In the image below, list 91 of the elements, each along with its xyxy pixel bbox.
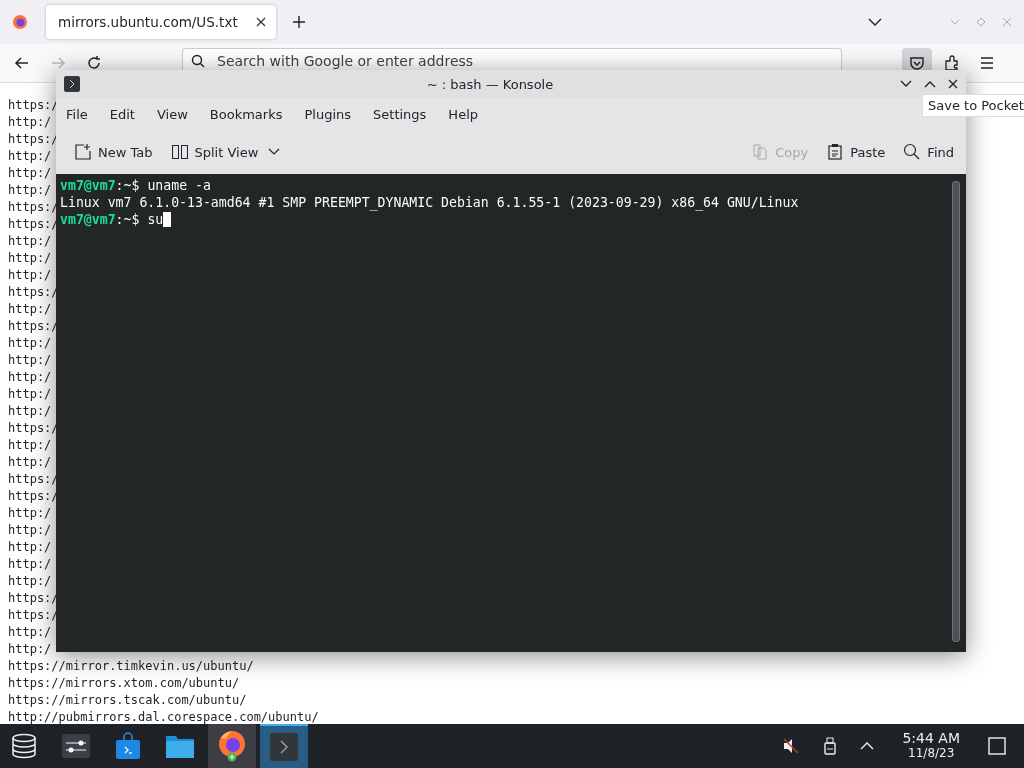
mirror-url: https://mirrors.xtom.com/ubuntu/ <box>8 675 240 692</box>
command-output: Linux vm7 6.1.0-13-amd64 #1 SMP PREEMPT_DYNAMIC Debian 6.1.55-1 (2023-09-29) x86_64 GNU/Linux <box>60 194 799 211</box>
command-text: su <box>147 211 164 228</box>
database-icon <box>11 733 37 759</box>
mirror-url: http:/ <box>8 369 52 386</box>
close-icon[interactable] <box>948 79 958 89</box>
address-bar[interactable]: Search with Google or enter address <box>182 48 842 70</box>
plus-icon[interactable] <box>292 15 306 29</box>
mirror-url: https:/ <box>8 607 59 624</box>
mirror-url: https:/ <box>8 131 59 148</box>
show-desktop-icon[interactable] <box>988 737 1006 755</box>
prompt-user: vm7@vm7 <box>60 211 116 228</box>
menu-item[interactable]: Help <box>448 106 478 122</box>
mirror-url: http:/ <box>8 165 52 182</box>
clipboard-icon <box>826 143 845 161</box>
menu-item[interactable]: Plugins <box>304 106 352 122</box>
mirror-url: http:/ <box>8 539 52 556</box>
mirror-url: https:/ <box>8 488 59 505</box>
mirror-url: https:/ <box>8 471 59 488</box>
new-tab-icon <box>74 143 92 161</box>
scrollbar[interactable] <box>952 181 960 642</box>
puzzle-icon[interactable] <box>944 55 960 71</box>
search-icon <box>191 54 205 68</box>
mirror-url: https:/ <box>8 318 59 335</box>
mirror-url: http:/ <box>8 641 52 658</box>
mirror-url: http:/ <box>8 182 52 199</box>
mirror-url: http:/ <box>8 522 52 539</box>
mirror-url: http:/ <box>8 352 52 369</box>
mirror-url: https:/ <box>8 199 59 216</box>
mirror-url: https:/ <box>8 590 59 607</box>
mirror-url: https:/ <box>8 284 59 301</box>
reload-icon[interactable] <box>86 55 102 71</box>
muted-speaker-icon[interactable] <box>782 737 801 755</box>
sliders-icon <box>62 734 90 758</box>
command-text: uname -a <box>147 177 211 194</box>
usb-drive-icon[interactable] <box>824 737 837 755</box>
folder-icon <box>165 733 195 759</box>
mirror-url: http:/ <box>8 301 52 318</box>
close-icon[interactable] <box>256 17 266 27</box>
firefox-icon[interactable] <box>12 14 28 30</box>
mirror-url: http:/ <box>8 573 52 590</box>
terminal-icon <box>64 76 80 92</box>
menu-item[interactable]: Bookmarks <box>209 106 283 122</box>
split-view-icon <box>170 143 189 161</box>
clock[interactable]: 5:44 AM 11/8/23 <box>902 731 960 761</box>
mirror-url: https://mirrors.tscak.com/ubuntu/ <box>8 692 247 709</box>
chevron-up-icon[interactable] <box>860 742 875 750</box>
maximize-icon[interactable] <box>924 80 936 88</box>
copy-icon <box>751 143 770 161</box>
browser-tab[interactable]: mirrors.ubuntu.com/US.txt <box>46 5 276 39</box>
mirror-url: https:/ <box>8 420 59 437</box>
firefox-icon <box>217 730 247 762</box>
mirror-url: http:/ <box>8 556 52 573</box>
find-button[interactable]: Find <box>897 139 960 165</box>
menu-item[interactable]: File <box>66 106 88 122</box>
mirror-url: http:/ <box>8 148 52 165</box>
mirror-url: https:/ <box>8 216 59 233</box>
mirror-url: http:/ <box>8 335 52 352</box>
shopping-bag-icon <box>115 732 141 760</box>
mirror-url: http://pubmirrors.dal.corespace.com/ubuntu/ <box>8 709 319 724</box>
mirror-url: http:/ <box>8 624 52 641</box>
paste-button[interactable]: Paste <box>820 139 892 165</box>
mirror-url: http:/ <box>8 250 52 267</box>
minimize-icon[interactable] <box>900 80 912 88</box>
mirror-url: http:/ <box>8 437 52 454</box>
back-arrow-icon[interactable] <box>14 55 30 71</box>
menu-item[interactable]: Edit <box>109 106 135 122</box>
mirror-url: http:/ <box>8 114 52 131</box>
mirror-url: http:/ <box>8 454 52 471</box>
tooltip: Save to Pocket <box>922 94 1024 117</box>
mirror-url: http:/ <box>8 267 52 284</box>
terminal-icon <box>270 733 298 761</box>
mirror-url: http:/ <box>8 505 52 522</box>
mirror-url: https:/ <box>8 97 59 114</box>
mirror-url: http:/ <box>8 233 52 250</box>
prompt-user: vm7@vm7 <box>60 177 116 194</box>
chevron-down-icon[interactable] <box>868 18 882 26</box>
menu-item[interactable]: View <box>156 106 188 122</box>
pocket-icon[interactable] <box>902 48 932 70</box>
prompt-path: :~$ <box>115 177 140 194</box>
new-tab-button[interactable]: New Tab <box>68 139 159 165</box>
window-title: ~ : bash — Konsole <box>425 76 555 92</box>
mirror-url: http:/ <box>8 403 52 420</box>
split-view-button[interactable]: Split View <box>164 139 287 165</box>
search-icon <box>903 143 922 161</box>
menu-icon[interactable] <box>980 57 994 69</box>
menu-item[interactable]: Settings <box>373 106 427 122</box>
mirror-url: http:/ <box>8 386 52 403</box>
mirror-url: https://mirror.timkevin.us/ubuntu/ <box>8 658 254 675</box>
chevron-down-icon <box>268 148 281 156</box>
prompt-path: :~$ <box>115 211 140 228</box>
